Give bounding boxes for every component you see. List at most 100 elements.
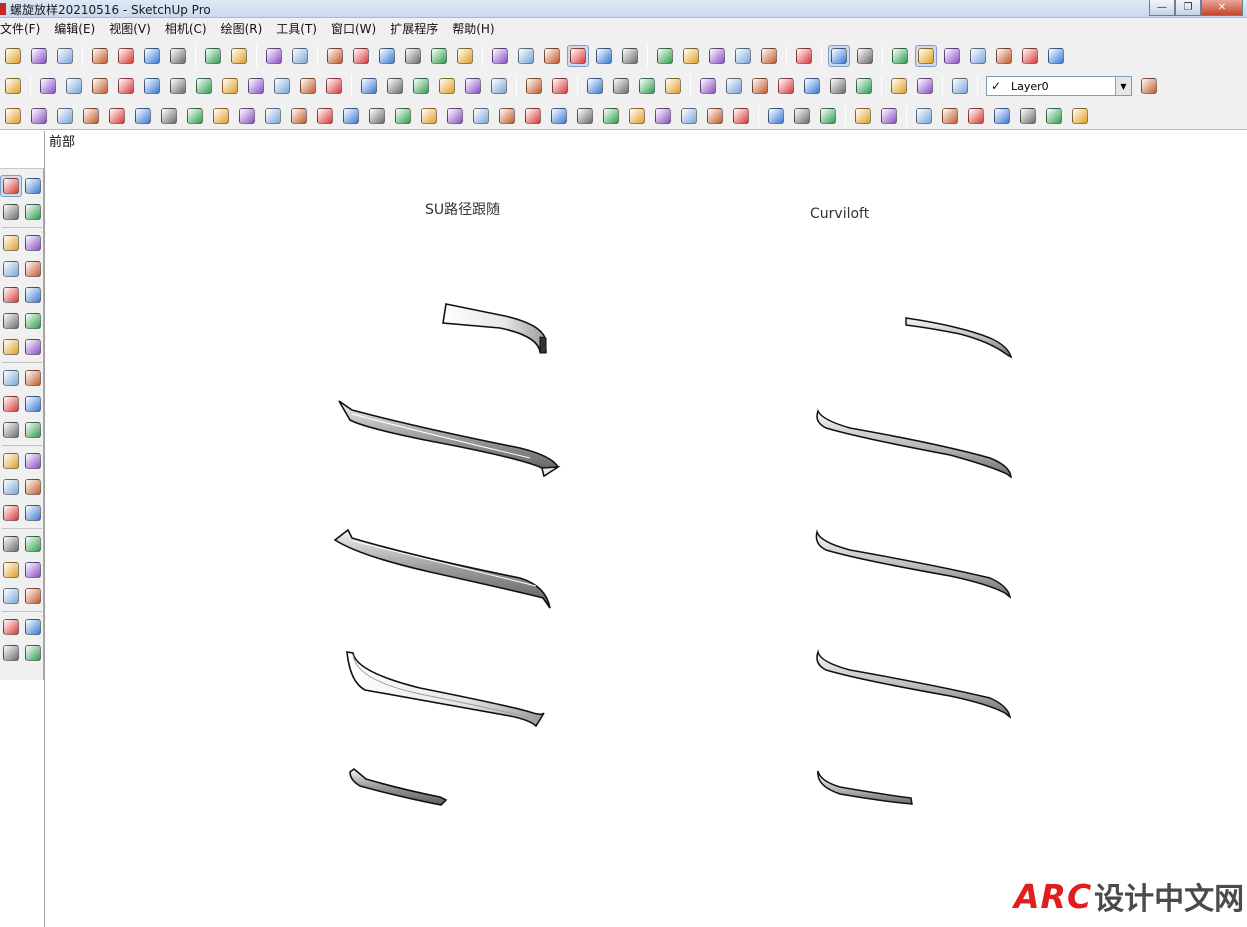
axes-icon[interactable] — [0, 502, 22, 524]
follow-me-icon[interactable] — [652, 105, 674, 127]
share-model-icon[interactable] — [636, 75, 658, 97]
walk-icon[interactable] — [0, 642, 22, 664]
dynamic-components-icon[interactable] — [523, 75, 545, 97]
minimize-button[interactable]: — — [1149, 0, 1175, 16]
rotate-rect-icon[interactable] — [2, 105, 24, 127]
pan-icon[interactable] — [22, 533, 44, 555]
curviloft-strip-2[interactable] — [816, 408, 1012, 479]
new-file-icon[interactable] — [2, 45, 24, 67]
curviloft-icon[interactable] — [210, 105, 232, 127]
left-view-icon[interactable] — [454, 45, 476, 67]
copy-icon[interactable] — [115, 45, 137, 67]
sandbox-stamp-icon[interactable] — [967, 45, 989, 67]
extrude-edges-icon[interactable] — [262, 105, 284, 127]
sphere-plugin-icon[interactable] — [791, 105, 813, 127]
rectangle-icon[interactable] — [0, 258, 22, 280]
hand-plugin-icon[interactable] — [1069, 105, 1091, 127]
component-attributes-icon[interactable] — [854, 45, 876, 67]
flip-up-icon[interactable] — [913, 105, 935, 127]
flip-down-icon[interactable] — [939, 105, 961, 127]
chevron-down-icon[interactable]: ▼ — [1115, 77, 1131, 95]
grid-icon[interactable] — [323, 75, 345, 97]
menu-extensions[interactable]: 扩展程序 — [383, 18, 445, 40]
follow-me-strip-2[interactable] — [338, 400, 561, 478]
photo-match-icon[interactable] — [584, 75, 606, 97]
layer-dropdown[interactable]: ✓ Layer0 ▼ — [986, 76, 1132, 96]
pie-icon[interactable] — [22, 310, 44, 332]
profile-style-icon[interactable] — [245, 75, 267, 97]
model-viewport[interactable] — [45, 131, 1247, 927]
joint-push-pull-icon[interactable] — [522, 105, 544, 127]
undo-icon[interactable] — [202, 45, 224, 67]
tools-on-surface-icon[interactable] — [340, 105, 362, 127]
mirror-icon[interactable] — [991, 105, 1013, 127]
text-icon[interactable] — [22, 476, 44, 498]
box-plugin-icon[interactable] — [765, 105, 787, 127]
polygon-icon[interactable] — [22, 284, 44, 306]
menu-draw[interactable]: 绘图(R) — [214, 18, 270, 40]
section-display-icon[interactable] — [680, 45, 702, 67]
protractor-icon[interactable] — [0, 476, 22, 498]
help-icon[interactable] — [853, 75, 875, 97]
arc-3pt-icon[interactable] — [0, 336, 22, 358]
menu-view[interactable]: 视图(V) — [102, 18, 158, 40]
split-icon[interactable] — [488, 75, 510, 97]
follow-me-strip-3[interactable] — [333, 528, 551, 609]
add-location-icon[interactable] — [775, 75, 797, 97]
extension-style-icon[interactable] — [297, 75, 319, 97]
join-push-icon[interactable] — [132, 105, 154, 127]
menu-tools[interactable]: 工具(T) — [269, 18, 324, 40]
front-view-icon[interactable] — [376, 45, 398, 67]
layers-stack-icon[interactable] — [106, 105, 128, 127]
style-icon[interactable] — [2, 75, 24, 97]
move-icon[interactable] — [0, 367, 22, 389]
section-cut-icon[interactable] — [732, 45, 754, 67]
wireframe-icon[interactable] — [515, 45, 537, 67]
preview-icon[interactable] — [801, 75, 823, 97]
menu-window[interactable]: 窗口(W) — [324, 18, 383, 40]
sandbox-drape-icon[interactable] — [993, 45, 1015, 67]
stairs-icon[interactable] — [949, 75, 971, 97]
push-pull-icon[interactable] — [22, 367, 44, 389]
model-info-icon[interactable] — [289, 45, 311, 67]
close-button[interactable]: ✕ — [1201, 0, 1243, 16]
toggle-terrain-icon[interactable] — [749, 75, 771, 97]
solid-trim-icon[interactable] — [410, 75, 432, 97]
texture-style-icon[interactable] — [167, 75, 189, 97]
hidden-style-icon[interactable] — [115, 75, 137, 97]
depth-cue-icon[interactable] — [271, 75, 293, 97]
grass-plugin-icon[interactable] — [704, 105, 726, 127]
geo-location-icon[interactable] — [723, 75, 745, 97]
follow-me-icon[interactable] — [22, 393, 44, 415]
paint-icon[interactable] — [914, 75, 936, 97]
ds-plugin-icon[interactable] — [549, 75, 571, 97]
spline-icon[interactable] — [444, 105, 466, 127]
film-icon[interactable] — [827, 75, 849, 97]
profile-builder-icon[interactable] — [470, 105, 492, 127]
arc-2pt-icon[interactable] — [22, 336, 44, 358]
arc-dots-icon[interactable] — [54, 105, 76, 127]
menu-file[interactable]: 文件(F) — [0, 18, 47, 40]
bezier-icon[interactable] — [236, 105, 258, 127]
sketchup-app-icon[interactable] — [0, 3, 6, 15]
scale-icon[interactable] — [0, 419, 22, 441]
curviloft-strip-1[interactable] — [905, 317, 1013, 359]
orbit-icon[interactable] — [0, 533, 22, 555]
fredo-scale-icon[interactable] — [314, 105, 336, 127]
solid-intersect-icon[interactable] — [436, 75, 458, 97]
paste-icon[interactable] — [141, 45, 163, 67]
shade-style-icon[interactable] — [141, 75, 163, 97]
weld-icon[interactable] — [184, 105, 206, 127]
print-icon[interactable] — [263, 45, 285, 67]
top-view-icon[interactable] — [350, 45, 372, 67]
redo-plugin-icon[interactable] — [1043, 105, 1065, 127]
redo-icon[interactable] — [228, 45, 250, 67]
look-around-icon[interactable] — [22, 616, 44, 638]
previous-view-icon[interactable] — [22, 585, 44, 607]
circle-icon[interactable] — [0, 284, 22, 306]
dimension-icon[interactable] — [22, 450, 44, 472]
zorro-icon[interactable] — [1138, 75, 1160, 97]
line-pencil-icon[interactable] — [0, 232, 22, 254]
wire-style-icon[interactable] — [89, 75, 111, 97]
zoom-extents-icon[interactable] — [0, 585, 22, 607]
